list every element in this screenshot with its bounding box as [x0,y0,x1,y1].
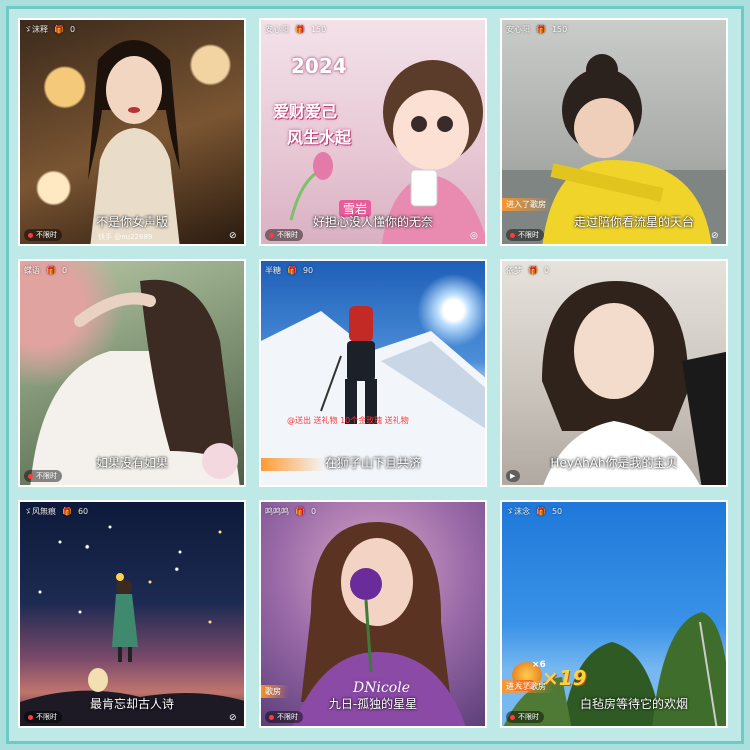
gift-count: 0 [310,506,317,516]
room-topbar: ゞ风無痕 🎁 60 [20,502,244,520]
room-card-1[interactable]: ゞ沫释 🎁 0 不是你女声版 快手 @nu22689 不限时 ⊘ [18,18,246,246]
unlimited-badge: 不限时 [24,470,62,482]
song-subcaption: 快手 @nu22689 [98,233,153,241]
mute-icon[interactable]: ⊘ [229,713,239,723]
live-dot-icon [269,714,274,720]
gift-icon: 🎁 [536,506,546,516]
play-badge: ▶ [506,470,521,482]
gift-count: 150 [310,24,327,34]
song-caption: 走过陪你看流星的天台 [573,215,694,229]
song-caption: 在狮子山下且共济 [324,456,421,470]
song-caption: 九日-孤独的星星 [328,697,418,711]
unlimited-badge: 不限时 [506,229,544,241]
room-card-5[interactable]: @送出 送礼物 10个金玫瑰 送礼物 半糖 🎁 90 在狮子山下且共济 [259,259,487,487]
room-card-6[interactable]: 依梦 🎁 0 HeyAhAh你是我的宝贝 ▶ [500,259,728,487]
gift-count: 150 [551,24,568,34]
play-icon: ▶ [510,472,516,480]
gift-count: 0 [543,265,550,275]
unlimited-badge: 不限时 [265,229,303,241]
room-topbar: 依梦 🎁 0 [502,261,726,279]
host-name: ゞ风無痕 [24,506,56,516]
gift-icon: 🎁 [295,24,305,34]
gift-icon: 🎁 [54,24,64,34]
unlimited-badge: 不限时 [506,711,544,723]
unlimited-badge: 不限时 [24,229,62,241]
unlimited-badge: 不限时 [265,711,303,723]
live-dot-icon [510,714,515,720]
signature-text: DNicole [353,680,410,696]
live-dot-icon [28,473,33,479]
host-name: 半糖 [265,265,281,275]
room-card-3[interactable]: 安心阳 🎁 150 进入了歌房 走过陪你看流星的天台 不限时 ⊘ [500,18,728,246]
gift-count: 0 [69,24,76,34]
room-topbar: ゞ沫念 🎁 50 [502,502,726,520]
room-card-7[interactable]: ゞ风無痕 🎁 60 最肯忘却古人诗 不限时 ⊘ [18,500,246,728]
gift-overlay-text: @送出 送礼物 10个金玫瑰 送礼物 [287,416,409,425]
gift-icon: 🎁 [536,24,546,34]
live-room-grid: ゞ沫释 🎁 0 不是你女声版 快手 @nu22689 不限时 ⊘ 2024 爱财… [18,18,728,728]
room-card-2[interactable]: 2024 爱财爱己 风生水起 雪岩 安心阳 🎁 150 好担心没人懂你的无奈 不… [259,18,487,246]
live-dot-icon [510,232,515,238]
mute-icon[interactable]: ⊘ [229,231,239,241]
gift-count: 50 [551,506,563,516]
room-topbar: 半糖 🎁 90 [261,261,485,279]
live-dot-icon [28,714,33,720]
song-caption: 白毡房等待它的欢烟 [579,697,688,711]
host-name: ゞ沫释 [24,24,48,34]
host-name: 蝶语 [24,265,40,275]
art-line-2: 风生水起 [287,128,352,147]
host-name: 安心阳 [506,24,530,34]
room-topbar: 蝶语 🎁 0 [20,261,244,279]
host-name: ゞ沫念 [506,506,530,516]
room-topbar: 安心阳 🎁 150 [261,20,485,38]
song-caption: 不是你女声版 [95,215,168,229]
gift-count: 90 [302,265,314,275]
enter-room-banner: 进入了歌房 [502,680,554,693]
room-card-4[interactable]: 蝶语 🎁 0 如果没有如果 不限时 [18,259,246,487]
host-name: 鸣鸣鸣 [265,506,289,516]
enter-room-banner: 进入了歌房 [502,198,554,211]
host-name: 安心阳 [265,24,289,34]
gift-icon: 🎁 [295,506,305,516]
host-name: 依梦 [506,265,522,275]
unlimited-badge: 不限时 [24,711,62,723]
room-topbar: 鸣鸣鸣 🎁 0 [261,502,485,520]
art-line-1: 爱财爱己 [273,102,338,121]
room-card-8[interactable]: DNicole 鸣鸣鸣 🎁 0 歌房 九日-孤独的星星 不限时 [259,500,487,728]
song-caption: 如果没有如果 [95,456,168,470]
song-caption: 最肯忘却古人诗 [89,697,174,711]
gift-icon: 🎁 [62,506,72,516]
mute-icon[interactable]: ⊘ [711,231,721,241]
room-topbar: 安心阳 🎁 150 [502,20,726,38]
live-dot-icon [269,232,274,238]
song-caption: 好担心没人懂你的无奈 [312,215,433,229]
room-card-9[interactable]: ×6 连送 ×19 ゞ沫念 🎁 50 进入了歌房 白毡房等待它的欢烟 不限时 [500,500,728,728]
gift-count: 0 [61,265,68,275]
live-dot-icon [28,232,33,238]
song-caption: HeyAhAh你是我的宝贝 [550,456,678,470]
gift-icon: 🎁 [46,265,56,275]
gift-count: 60 [77,506,89,516]
record-icon[interactable]: ◎ [470,231,480,241]
gift-icon: 🎁 [528,265,538,275]
art-title: 2024 [291,54,347,78]
gift-icon: 🎁 [287,265,297,275]
room-topbar: ゞ沫释 🎁 0 [20,20,244,38]
